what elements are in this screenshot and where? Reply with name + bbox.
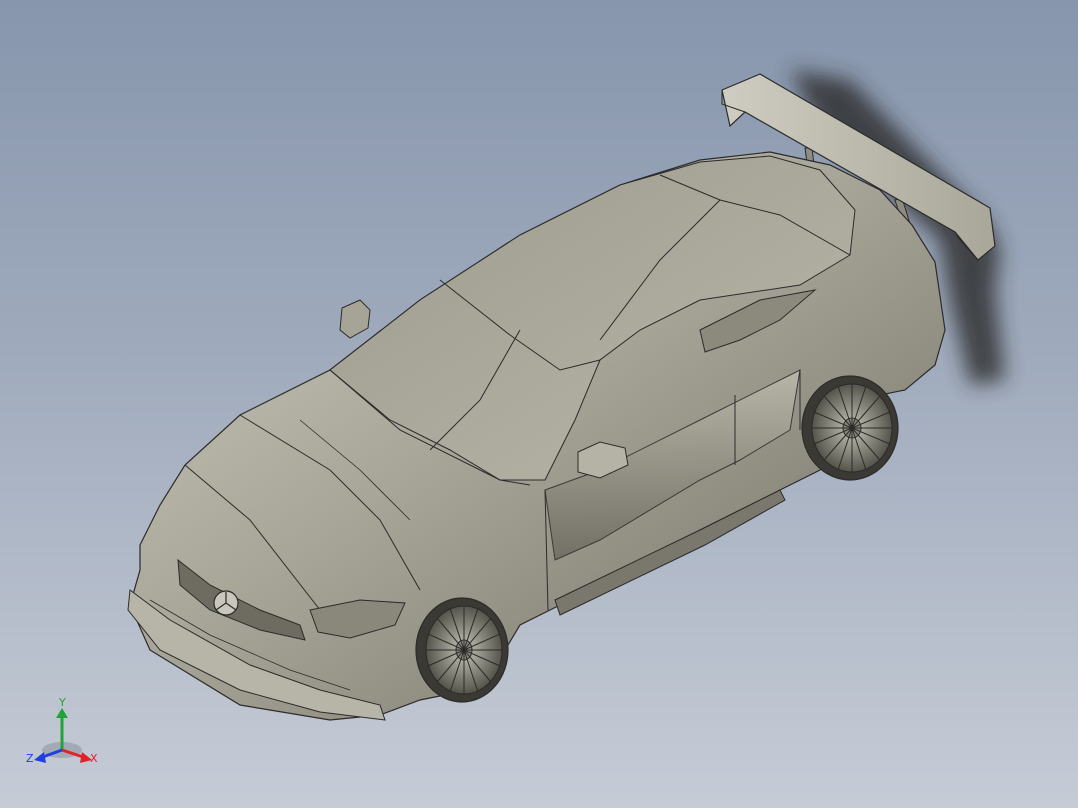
car-model[interactable] (0, 0, 1078, 808)
y-axis-arrow-icon (56, 708, 68, 718)
x-axis-label: X (90, 752, 98, 765)
coordinate-triad: Y X Z (22, 692, 112, 772)
front-wheel (415, 597, 509, 703)
graphics-viewport[interactable]: Y X Z (0, 0, 1078, 808)
y-axis-label: Y (58, 696, 66, 709)
side-mirror (339, 299, 371, 339)
rear-wheel (801, 375, 899, 481)
emblem-icon (213, 590, 239, 616)
z-axis-arrow-icon (34, 752, 46, 763)
z-axis-label: Z (26, 752, 34, 765)
